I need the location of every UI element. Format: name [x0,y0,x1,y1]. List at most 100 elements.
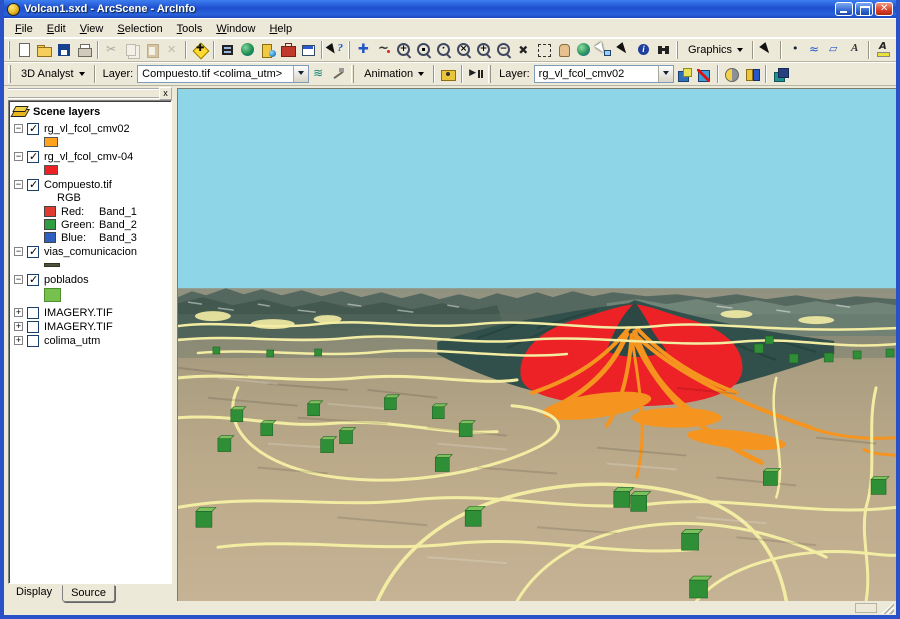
add-data-button[interactable] [190,40,210,60]
menu-window[interactable]: Window [209,21,262,37]
layer-checkbox[interactable] [27,150,39,163]
paste-button[interactable] [142,40,162,60]
toolbar-grip[interactable] [351,65,355,83]
animation-menu[interactable]: Animation [358,66,430,82]
minimize-button[interactable] [835,2,853,16]
export-scene-button[interactable] [218,40,238,60]
collapse-toggle[interactable] [14,124,23,133]
base-heights-button[interactable] [674,64,694,84]
title-bar[interactable]: Volcan1.sxd - ArcScene - ArcInfo [4,0,896,18]
layer-name[interactable]: IMAGERY.TIF [44,307,113,319]
expand-toggle[interactable] [14,336,23,345]
print-button[interactable] [74,40,94,60]
collapse-toggle[interactable] [14,180,23,189]
layer-name[interactable]: poblados [44,274,89,286]
layer-checkbox[interactable] [27,122,39,135]
new-window-button[interactable] [298,40,318,60]
expand-toggle[interactable] [14,322,23,331]
open-button[interactable] [34,40,54,60]
3d-analyst-menu[interactable]: 3D Analyst [15,66,91,82]
chevron-down-icon[interactable] [293,66,309,82]
surface-analysis-button[interactable] [309,64,329,84]
toolbar-grip[interactable] [348,41,350,59]
close-button[interactable] [875,2,893,16]
delete-button[interactable] [162,40,182,60]
sun-position-button[interactable] [722,64,742,84]
layer-checkbox[interactable] [27,273,39,286]
remove-base-heights-button[interactable] [694,64,714,84]
copy-button[interactable] [122,40,142,60]
zoom-in-button[interactable] [474,40,494,60]
arcmap-button[interactable] [238,40,258,60]
layer-name[interactable]: rg_vl_fcol_cmv02 [44,123,130,135]
menu-view[interactable]: View [73,21,111,37]
toolbar-grip[interactable] [488,65,492,83]
menu-file[interactable]: File [8,21,40,37]
pointer-button[interactable] [614,40,634,60]
fill-color-button[interactable] [893,40,896,60]
identify-button[interactable] [634,40,654,60]
layer-name[interactable]: Compuesto.tif [44,179,112,191]
expand-toggle[interactable] [14,308,23,317]
resize-grip[interactable] [881,602,894,614]
menu-tools[interactable]: Tools [170,21,210,37]
analyst-layer-combo[interactable]: Compuesto.tif <colima_utm> [137,65,310,83]
zoom-target-button[interactable] [394,40,414,60]
scene-properties-button[interactable] [770,64,790,84]
menu-help[interactable]: Help [262,21,299,37]
interpolate-line-button[interactable] [329,64,349,84]
collapse-toggle[interactable] [14,247,23,256]
new-marker-button[interactable] [785,40,805,60]
arctoolbox-button[interactable] [278,40,298,60]
arccatalog-button[interactable] [258,40,278,60]
chevron-down-icon[interactable] [657,66,673,82]
layer-name[interactable]: vias_comunicacion [44,246,137,258]
tab-display[interactable]: Display [8,585,60,600]
select-graphics-button[interactable] [594,40,614,60]
menu-selection[interactable]: Selection [110,21,169,37]
navigate-button[interactable] [354,40,374,60]
new-line-button[interactable] [805,40,825,60]
zoom-out-button[interactable] [494,40,514,60]
layer-checkbox[interactable] [27,334,39,347]
cut-button[interactable] [102,40,122,60]
viewer-settings-button[interactable] [742,64,762,84]
fly-button[interactable] [374,40,394,60]
find-button[interactable] [654,40,674,60]
scene-layer-combo[interactable]: rg_vl_fcol_cmv02 [533,65,674,83]
layer-checkbox[interactable] [27,320,39,333]
save-button[interactable] [54,40,74,60]
observer-button[interactable] [434,40,454,60]
toolbar-grip[interactable] [8,41,10,59]
select-elements-button[interactable] [757,40,777,60]
camera-button[interactable] [438,64,458,84]
collapse-toggle[interactable] [14,152,23,161]
zoom-extents-button[interactable] [534,40,554,60]
layer-checkbox[interactable] [27,245,39,258]
globe-view-button[interactable] [574,40,594,60]
graphics-menu[interactable]: Graphics [682,42,749,58]
toolbar-grip[interactable] [676,41,678,59]
layer-name[interactable]: IMAGERY.TIF [44,321,113,333]
animation-controls-button[interactable] [466,64,486,84]
menu-edit[interactable]: Edit [40,21,73,37]
maximize-button[interactable] [855,2,873,16]
font-color-button[interactable] [873,40,893,60]
target-observer-button[interactable] [454,40,474,60]
toc-drag-grip[interactable]: x [8,87,172,100]
toc-close-button[interactable]: x [159,87,172,100]
layer-name[interactable]: rg_vl_fcol_cmv-04 [44,151,133,163]
whats-this-button[interactable] [326,40,346,60]
layer-name[interactable]: colima_utm [44,335,100,347]
toolbar-grip[interactable] [8,65,11,83]
new-text-button[interactable] [845,40,865,60]
new-polygon-button[interactable] [825,40,845,60]
center-target-button[interactable] [414,40,434,60]
layer-checkbox[interactable] [27,306,39,319]
new-button[interactable] [14,40,34,60]
full-extent-button[interactable] [514,40,534,60]
pan-button[interactable] [554,40,574,60]
tab-source[interactable]: Source [62,585,115,602]
collapse-toggle[interactable] [14,275,23,284]
scene-viewport[interactable] [177,88,896,601]
